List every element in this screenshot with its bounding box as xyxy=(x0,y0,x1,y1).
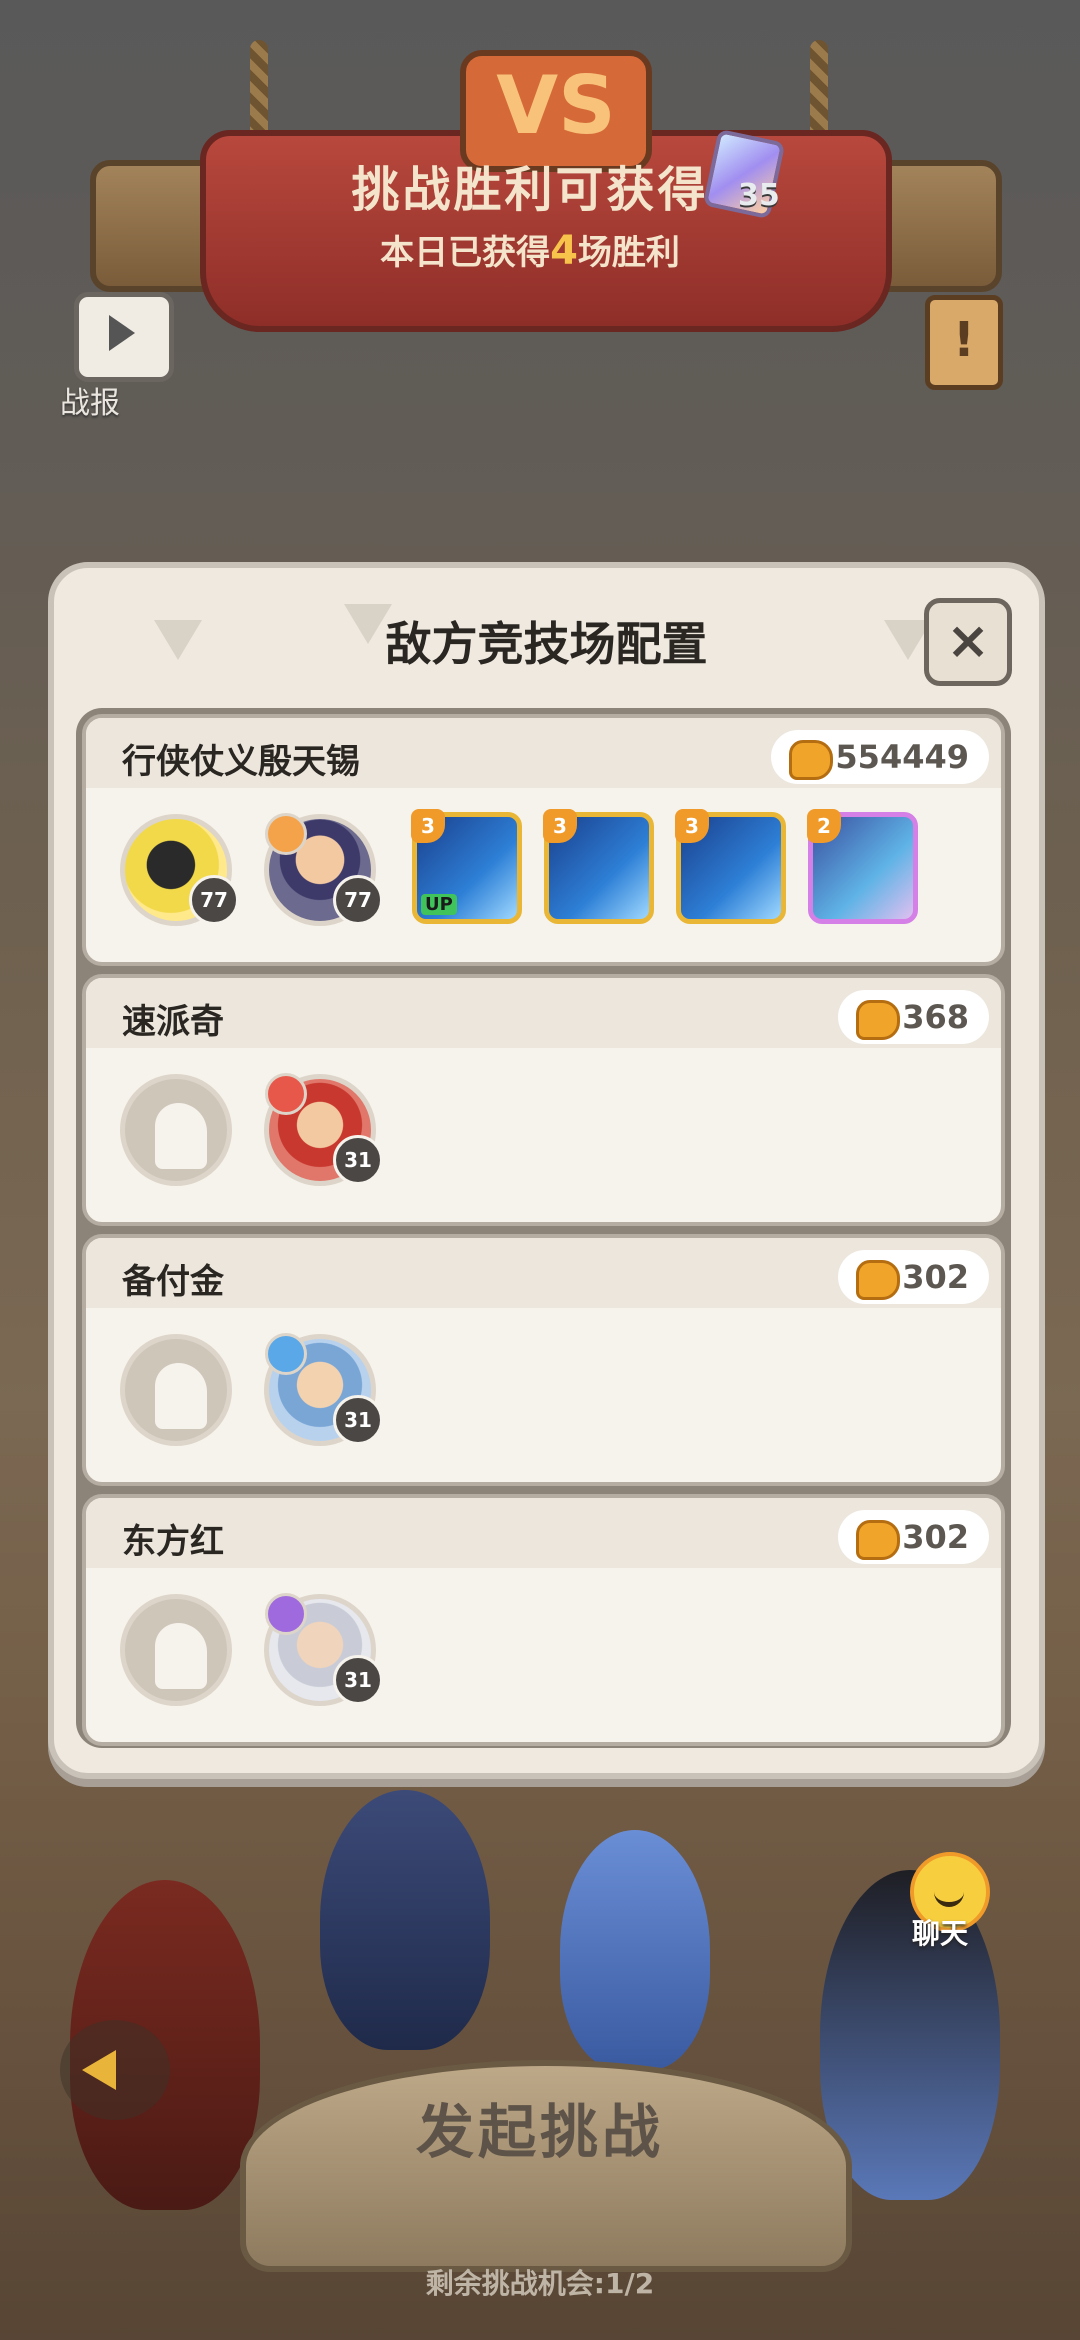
strength-icon xyxy=(789,740,834,780)
empty-pet-slot xyxy=(120,1074,232,1186)
pet-level: 31 xyxy=(333,1395,383,1445)
remaining-attempts: 剩余挑战机会:1/2 xyxy=(425,2267,655,2300)
opponent-name: 东方红 xyxy=(122,1522,224,1562)
power-badge: 368 xyxy=(838,990,989,1044)
pet-avatar[interactable]: 31 xyxy=(264,1593,383,1706)
wins-count: 4 xyxy=(550,228,578,274)
pet-level: 31 xyxy=(333,1655,383,1705)
dino-silhouette-icon xyxy=(155,1363,207,1429)
skill-tier: 2 xyxy=(807,809,841,843)
strength-icon xyxy=(856,1260,901,1300)
pet-avatar[interactable]: 77 xyxy=(264,813,383,926)
smile-icon xyxy=(934,1890,964,1907)
opponent-name: 备付金 xyxy=(122,1262,224,1302)
power-value: 368 xyxy=(902,998,969,1036)
skill-slot[interactable]: 3 xyxy=(675,809,786,924)
fire-element-icon xyxy=(265,1073,307,1115)
opponent-card[interactable]: 备付金 302 31 xyxy=(82,1234,1005,1486)
panel-title: 敌方竞技场配置 xyxy=(385,617,708,671)
upgrade-badge: UP xyxy=(421,894,457,915)
wins-suffix: 场胜利 xyxy=(577,233,680,273)
reward-banner: VS 挑战胜利可获得 本日已获得4场胜利 35 xyxy=(90,40,1002,332)
pet-level: 77 xyxy=(333,875,383,925)
battle-report-button[interactable] xyxy=(74,292,174,382)
challenge-button-label: 发起挑战 xyxy=(415,2098,664,2166)
skill-slot[interactable]: 3 xyxy=(543,809,654,924)
card-header: 行侠仗义殷天锡 554449 xyxy=(86,718,1001,788)
power-value: 302 xyxy=(902,1518,969,1556)
opponent-card[interactable]: 行侠仗义殷天锡 554449 77 77 3 UP 3 3 2 xyxy=(82,714,1005,966)
dino-silhouette-icon xyxy=(155,1103,207,1169)
power-badge: 302 xyxy=(838,1250,989,1304)
reward-count: 35 xyxy=(738,178,780,213)
power-badge: 302 xyxy=(838,1510,989,1564)
back-arrow-button[interactable] xyxy=(60,2020,170,2120)
dino-silhouette-icon xyxy=(155,1623,207,1689)
power-value: 554449 xyxy=(835,738,969,776)
pet-avatar[interactable]: 31 xyxy=(264,1073,383,1186)
strength-icon xyxy=(856,1520,901,1560)
battle-report-label: 战报 xyxy=(60,386,120,421)
play-icon xyxy=(109,315,135,351)
water-element-icon xyxy=(265,1333,307,1375)
skill-slot[interactable]: 3 UP xyxy=(411,809,522,924)
wins-prefix: 本日已获得 xyxy=(380,233,551,273)
strength-icon xyxy=(856,1000,901,1040)
card-header: 东方红 302 xyxy=(86,1498,1001,1568)
skill-tier: 3 xyxy=(411,809,445,843)
skill-slot[interactable]: 2 xyxy=(807,809,918,924)
psychic-element-icon xyxy=(265,1593,307,1635)
power-badge: 554449 xyxy=(771,730,989,784)
opponent-name: 速派奇 xyxy=(122,1002,224,1042)
fire-element-icon xyxy=(265,813,307,855)
skill-tier: 3 xyxy=(675,809,709,843)
rules-scroll-button[interactable]: ! xyxy=(925,295,1003,390)
enemy-arena-panel: 敌方竞技场配置 × 行侠仗义殷天锡 554449 77 77 3 UP 3 3 … xyxy=(48,562,1045,1779)
skill-tier: 3 xyxy=(543,809,577,843)
chat-label: 聊天 xyxy=(911,1917,968,1950)
pet-avatar[interactable]: 77 xyxy=(120,814,239,926)
character-blue-hair xyxy=(560,1830,710,2070)
card-header: 速派奇 368 xyxy=(86,978,1001,1048)
close-button[interactable]: × xyxy=(924,598,1012,686)
opponent-card[interactable]: 东方红 302 31 xyxy=(82,1494,1005,1746)
pet-avatar[interactable]: 31 xyxy=(264,1333,383,1446)
banner-subtitle: 本日已获得4场胜利 xyxy=(270,225,790,274)
character-blue-fur xyxy=(320,1790,490,2050)
card-header: 备付金 302 xyxy=(86,1238,1001,1308)
opponent-card[interactable]: 速派奇 368 31 xyxy=(82,974,1005,1226)
pet-level: 31 xyxy=(333,1135,383,1185)
pet-level: 77 xyxy=(189,875,239,925)
opponent-name: 行侠仗义殷天锡 xyxy=(122,742,360,782)
empty-pet-slot xyxy=(120,1334,232,1446)
opponent-list: 行侠仗义殷天锡 554449 77 77 3 UP 3 3 2 速派奇 368 … xyxy=(76,708,1011,1748)
empty-pet-slot xyxy=(120,1594,232,1706)
power-value: 302 xyxy=(902,1258,969,1296)
